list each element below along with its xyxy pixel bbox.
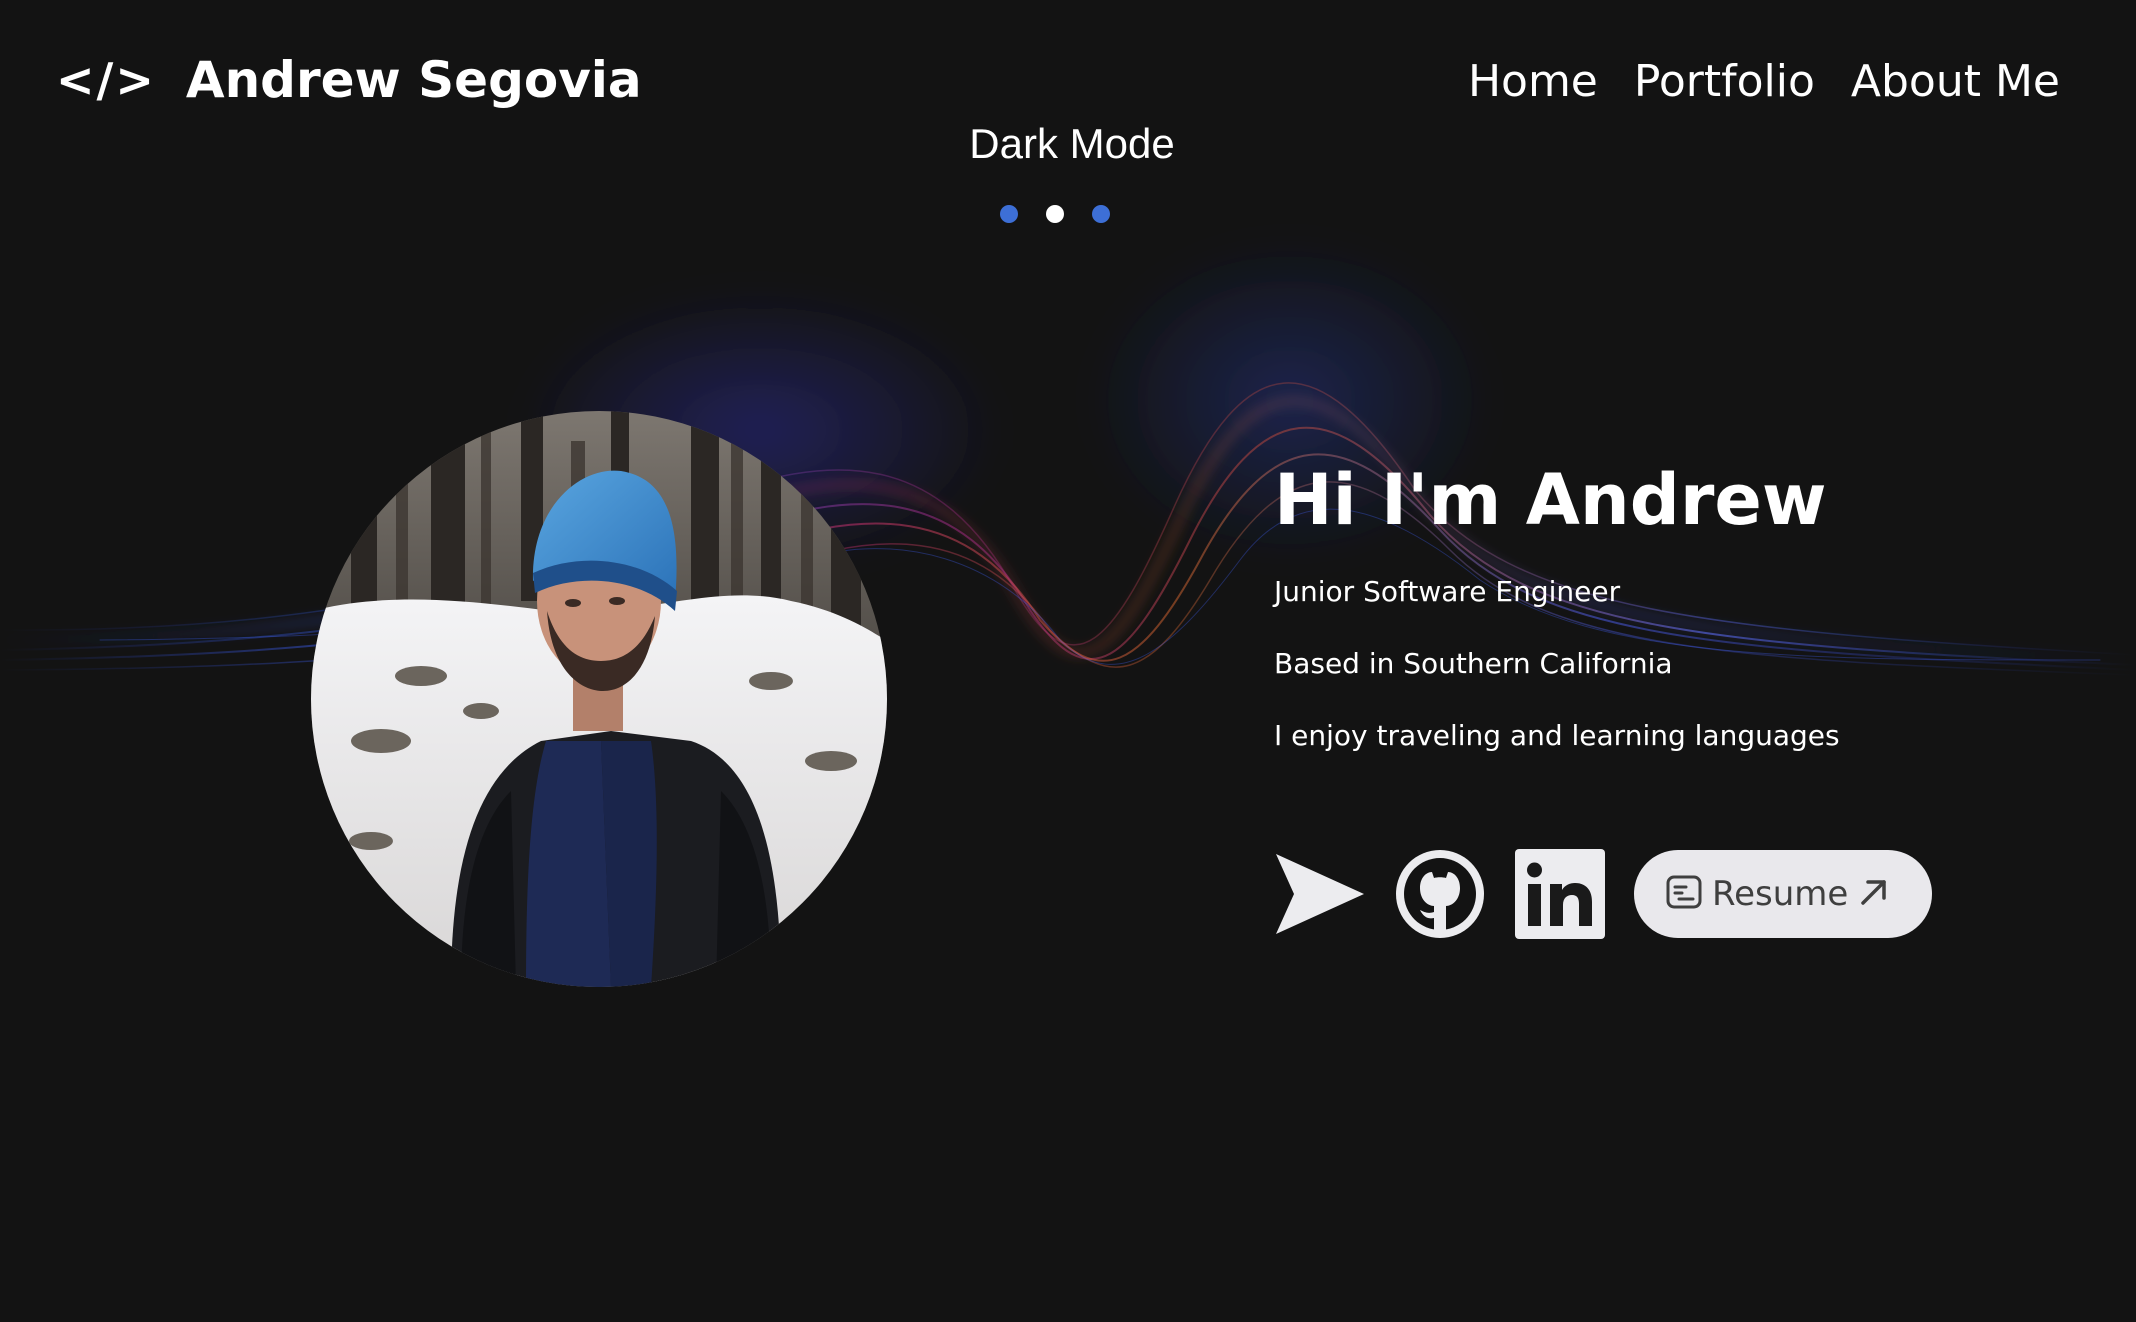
code-icon: </> <box>56 53 156 107</box>
resume-label: Resume <box>1712 874 1849 914</box>
theme-switch <box>1000 205 1110 223</box>
theme-option-1[interactable] <box>1000 205 1018 223</box>
brand[interactable]: </> Andrew Segovia <box>56 46 642 114</box>
hero-intro: Hi I'm Andrew Junior Software Engineer B… <box>1274 450 1840 788</box>
hero-title: Hi I'm Andrew <box>1274 459 1827 541</box>
brand-name: Andrew Segovia <box>185 51 642 109</box>
nav-portfolio[interactable]: Portfolio <box>1634 50 1815 114</box>
github-icon[interactable] <box>1394 848 1486 940</box>
linkedin-icon[interactable] <box>1514 848 1606 940</box>
hero-location: Based in Southern California <box>1274 647 1673 680</box>
theme-option-3[interactable] <box>1092 205 1110 223</box>
theme-mode-label: Dark Mode <box>969 120 1175 167</box>
resume-button[interactable]: Resume <box>1634 850 1933 938</box>
hero-role: Junior Software Engineer <box>1274 575 1621 608</box>
theme-option-2[interactable] <box>1046 205 1064 223</box>
social-links: Resume <box>1274 848 1933 940</box>
profile-photo <box>311 411 887 987</box>
nav-home[interactable]: Home <box>1468 50 1598 114</box>
hero-interests: I enjoy traveling and learning languages <box>1274 719 1840 752</box>
document-icon <box>1664 872 1704 916</box>
send-icon[interactable] <box>1274 848 1366 940</box>
arrow-up-right-icon <box>1856 874 1892 914</box>
page: </> Andrew Segovia Home Portfolio About … <box>0 0 2136 1322</box>
nav-about-me[interactable]: About Me <box>1851 50 2060 114</box>
main-nav: Home Portfolio About Me <box>1468 50 2060 114</box>
